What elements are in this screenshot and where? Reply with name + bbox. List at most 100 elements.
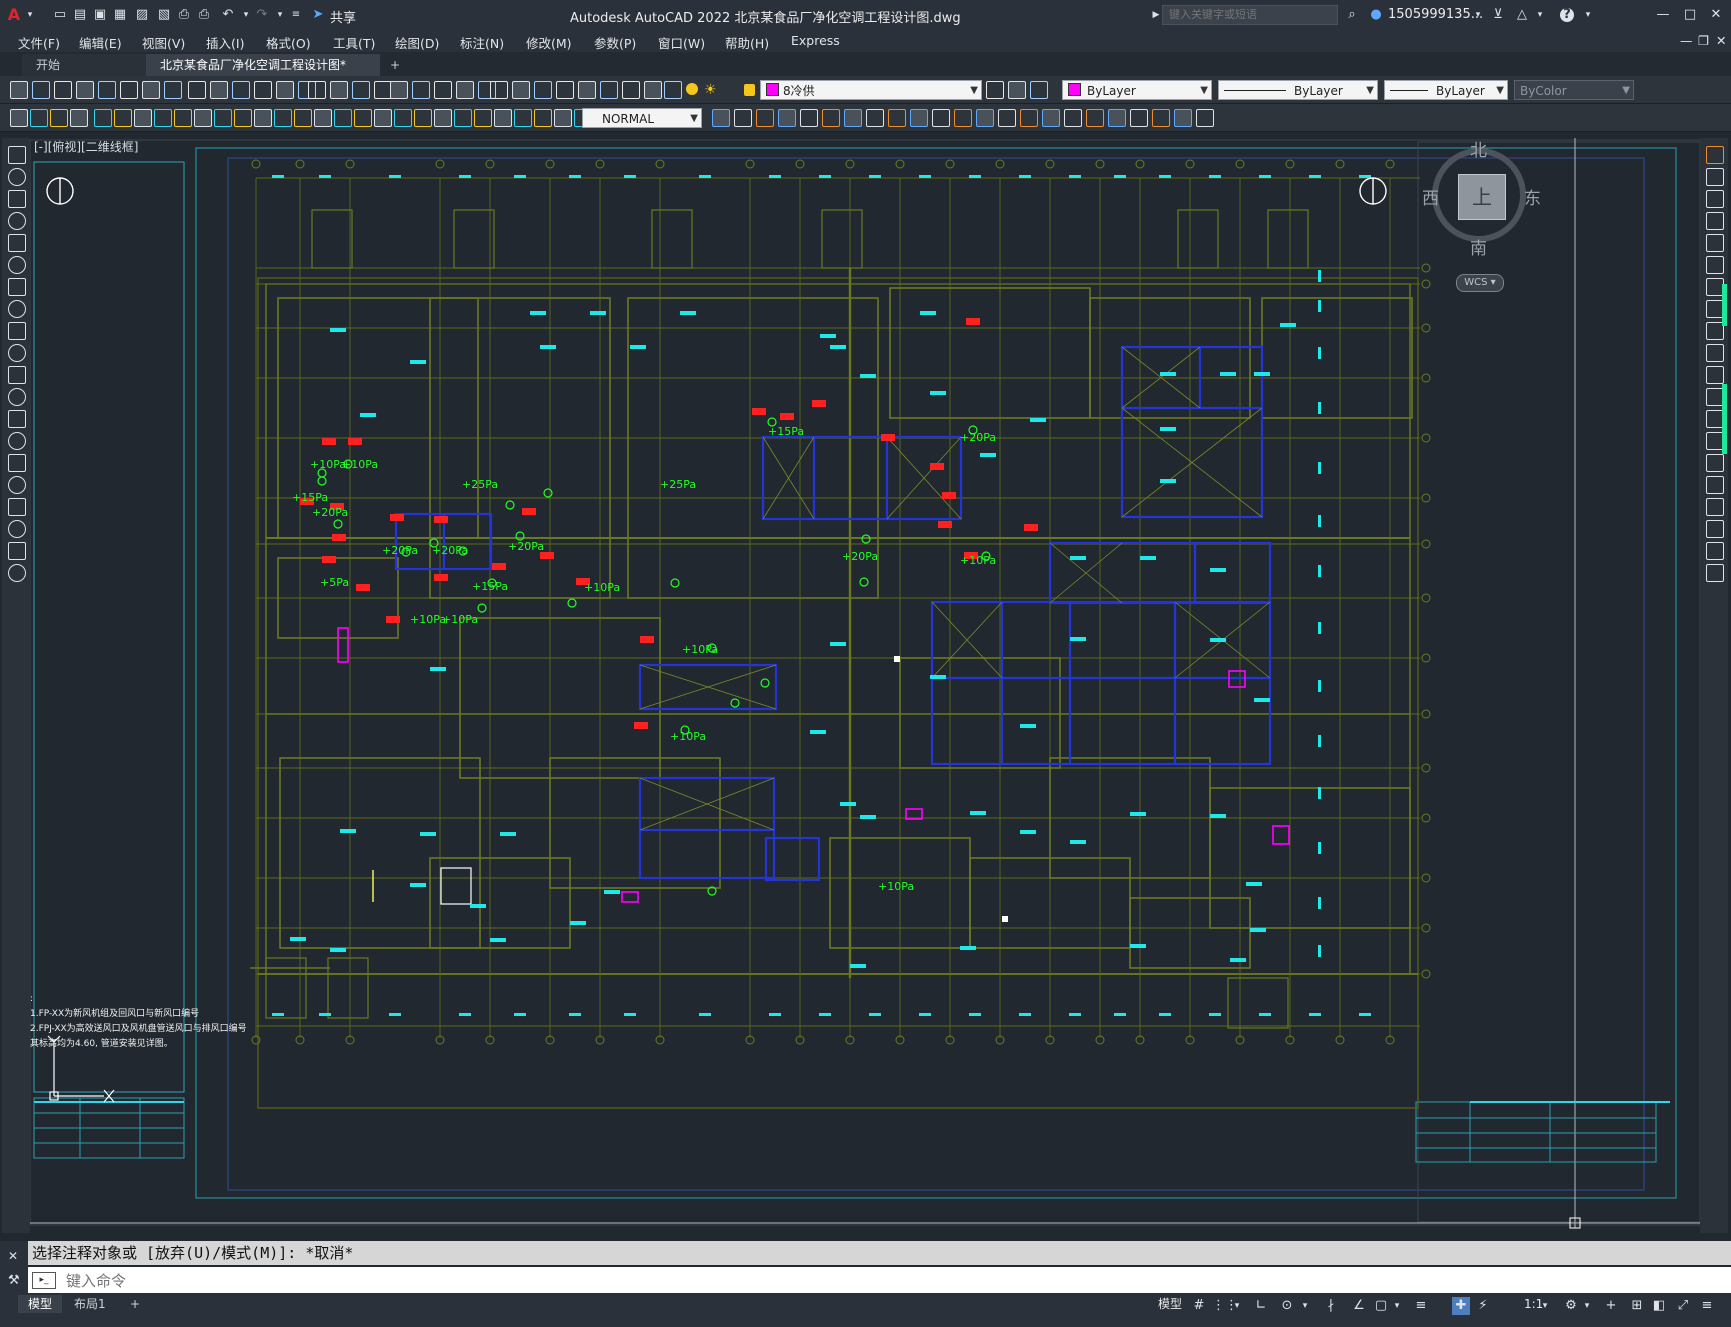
dimension-tool-icon[interactable]: [234, 109, 252, 127]
tab-drawing[interactable]: 北京某食品厂净化空调工程设计图*: [146, 54, 380, 76]
ortho-icon[interactable]: ∟: [1252, 1297, 1270, 1315]
layout-tab-model[interactable]: 模型: [18, 1295, 63, 1313]
plot-icon[interactable]: ⎙: [176, 7, 192, 23]
draw-tool-icon[interactable]: [8, 278, 26, 296]
standard-tool-icon[interactable]: [254, 81, 272, 99]
menu-tools[interactable]: 工具(T): [333, 33, 375, 52]
modify-tool-icon[interactable]: [1706, 454, 1724, 472]
viewcube-south[interactable]: 南: [1470, 234, 1487, 259]
app-menu-chevron-icon[interactable]: ▾: [22, 7, 38, 23]
standard-tool-icon[interactable]: [556, 81, 574, 99]
standard-tool-icon[interactable]: [1030, 81, 1048, 99]
draw-tool-icon[interactable]: [8, 168, 26, 186]
dimension-tool-icon[interactable]: [374, 109, 392, 127]
draw-tool-icon[interactable]: [8, 388, 26, 406]
menu-draw[interactable]: 绘图(D): [395, 33, 439, 52]
standard-tool-icon[interactable]: [210, 81, 228, 99]
modify-tool-icon[interactable]: [1706, 498, 1724, 516]
help-icon[interactable]: ?: [1560, 8, 1574, 22]
workspace-icon[interactable]: ⊞: [1628, 1297, 1646, 1315]
menu-insert[interactable]: 插入(I): [206, 33, 244, 52]
menu-file[interactable]: 文件(F): [18, 33, 60, 52]
user-name[interactable]: 1505999135...: [1388, 7, 1483, 22]
plus-icon[interactable]: +: [1602, 1297, 1620, 1315]
fullscreen-icon[interactable]: ⤢: [1674, 1297, 1692, 1315]
draw-tool-icon[interactable]: [8, 498, 26, 516]
modify-tool-icon[interactable]: [822, 109, 840, 127]
new-tab-button[interactable]: +: [382, 54, 408, 76]
standard-tool-icon[interactable]: [54, 81, 72, 99]
modify-tool-icon[interactable]: [888, 109, 906, 127]
modify-tool-icon[interactable]: [1108, 109, 1126, 127]
new-icon[interactable]: ▭: [52, 7, 68, 23]
undo-icon[interactable]: ↶: [220, 7, 236, 23]
menu-modify[interactable]: 修改(M): [526, 33, 572, 52]
modify-tool-icon[interactable]: [1706, 344, 1724, 362]
standard-tool-icon[interactable]: [534, 81, 552, 99]
osnap-icon[interactable]: ▢: [1372, 1297, 1390, 1315]
lineweight-icon[interactable]: ≡: [1412, 1297, 1430, 1315]
command-wrench-icon[interactable]: ⚒: [8, 1273, 20, 1288]
modify-tool-icon[interactable]: [800, 109, 818, 127]
standard-tool-icon[interactable]: [308, 81, 326, 99]
dimension-tool-icon[interactable]: [514, 109, 532, 127]
doc-minimize-icon[interactable]: —: [1680, 33, 1693, 48]
isodraft-icon[interactable]: ∤: [1322, 1297, 1340, 1315]
dimension-tool-icon[interactable]: [254, 109, 272, 127]
menu-parametric[interactable]: 参数(P): [594, 33, 636, 52]
open-icon[interactable]: ▤: [72, 7, 88, 23]
modify-tool-icon[interactable]: [1130, 109, 1148, 127]
standard-tool-icon[interactable]: [10, 81, 28, 99]
command-prompt-icon[interactable]: ▸_: [32, 1272, 56, 1289]
grid-icon[interactable]: #: [1190, 1297, 1208, 1315]
minimize-icon[interactable]: —: [1655, 7, 1671, 23]
toolbar-grip[interactable]: [1722, 384, 1727, 454]
modify-tool-icon[interactable]: [1706, 234, 1724, 252]
standard-tool-icon[interactable]: [412, 81, 430, 99]
standard-tool-icon[interactable]: [352, 81, 370, 99]
modify-tool-icon[interactable]: [1706, 146, 1724, 164]
tab-start[interactable]: 开始: [22, 54, 146, 76]
drawing-canvas[interactable]: [-][俯视][二维线框] +10Pa +10Pa +15Pa +20Pa +2…: [30, 138, 1700, 1233]
modify-tool-icon[interactable]: [844, 109, 862, 127]
polar-chevron-icon[interactable]: ▾: [1300, 1297, 1310, 1315]
viewcube-top-face[interactable]: 上: [1458, 174, 1506, 220]
dimension-tool-icon[interactable]: [394, 109, 412, 127]
redo-icon[interactable]: ↷: [254, 7, 270, 23]
doc-restore-icon[interactable]: ❐: [1698, 33, 1709, 48]
modify-tool-icon[interactable]: [1706, 256, 1724, 274]
share-icon[interactable]: ➤: [310, 7, 326, 23]
dimension-tool-icon[interactable]: [354, 109, 372, 127]
modify-tool-icon[interactable]: [1042, 109, 1060, 127]
standard-tool-icon[interactable]: [120, 81, 138, 99]
modify-tool-icon[interactable]: [1706, 366, 1724, 384]
modify-tool-icon[interactable]: [1064, 109, 1082, 127]
draw-tool-icon[interactable]: [8, 234, 26, 252]
dimension-tool-icon[interactable]: [194, 109, 212, 127]
menu-edit[interactable]: 编辑(E): [79, 33, 122, 52]
layer-lock-icon[interactable]: [744, 84, 755, 96]
redo-chevron-icon[interactable]: ▾: [272, 7, 288, 23]
autodesk-app-icon[interactable]: △: [1514, 7, 1530, 23]
dimension-tool-icon[interactable]: [474, 109, 492, 127]
share-button[interactable]: 共享: [330, 7, 356, 26]
draw-tool-icon[interactable]: [8, 146, 26, 164]
modify-tool-icon[interactable]: [1706, 564, 1724, 582]
draw-tool-icon[interactable]: [8, 322, 26, 340]
customize-chevron-icon[interactable]: ≡: [288, 7, 304, 23]
undo-chevron-icon[interactable]: ▾: [238, 7, 254, 23]
save-web-icon[interactable]: ▧: [156, 7, 172, 23]
modify-tool-icon[interactable]: [734, 109, 752, 127]
modify-tool-icon[interactable]: [778, 109, 796, 127]
standard-tool-icon[interactable]: [232, 81, 250, 99]
color-combo[interactable]: ByLayer ▼: [1062, 80, 1212, 100]
standard-tool-icon[interactable]: [664, 81, 682, 99]
dimension-tool-icon[interactable]: [414, 109, 432, 127]
dimension-tool-icon[interactable]: [114, 109, 132, 127]
menu-window[interactable]: 窗口(W): [658, 33, 705, 52]
draw-tool-icon[interactable]: [8, 256, 26, 274]
viewcube-east[interactable]: 东: [1524, 184, 1541, 209]
snap-chevron-icon[interactable]: ▾: [1232, 1297, 1242, 1315]
dimension-tool-icon[interactable]: [534, 109, 552, 127]
modify-tool-icon[interactable]: [1020, 109, 1038, 127]
